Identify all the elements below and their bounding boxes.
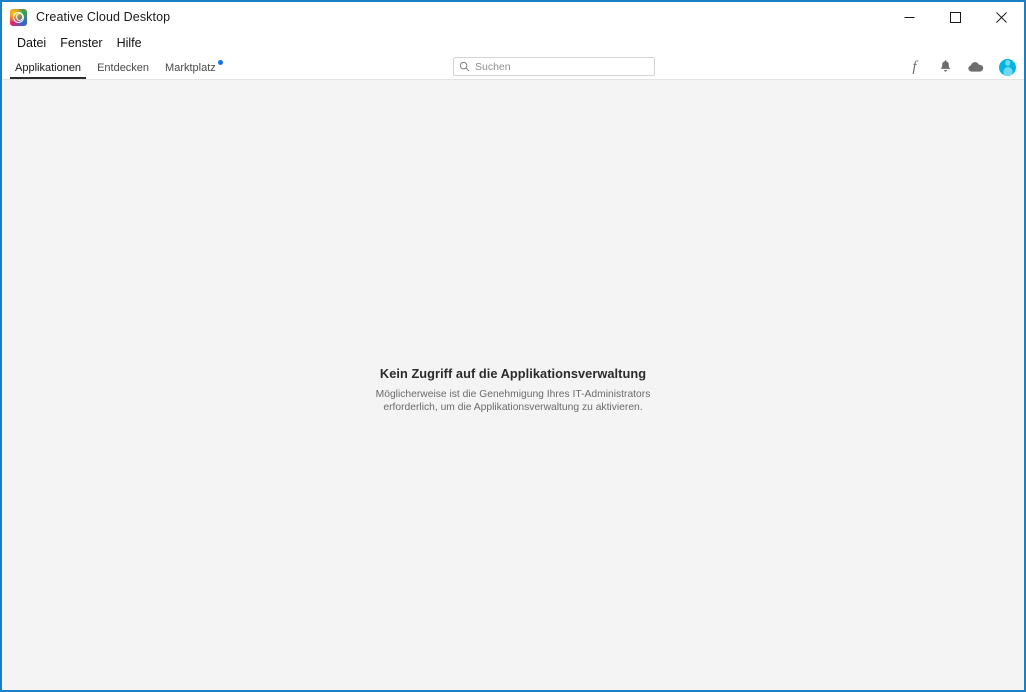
menu-bar: Datei Fenster Hilfe [2,32,1024,54]
main-content: Kein Zugriff auf die Applikationsverwalt… [2,80,1024,690]
tab-marktplatz-label: Marktplatz [165,62,216,74]
app-window: Creative Cloud Desktop Datei Fe [0,0,1026,692]
close-button[interactable] [978,2,1024,32]
menu-item-fenster[interactable]: Fenster [53,34,109,52]
empty-state-subtitle: Möglicherweise ist die Genehmigung Ihres… [360,388,666,414]
window-title: Creative Cloud Desktop [36,10,170,24]
maximize-button[interactable] [932,2,978,32]
tab-applikationen[interactable]: Applikationen [7,62,89,79]
fonts-icon[interactable]: f [906,58,923,76]
creative-cloud-icon [10,9,27,26]
title-bar: Creative Cloud Desktop [2,2,1024,32]
fonts-icon-glyph: f [912,60,916,75]
search-box[interactable] [453,57,655,76]
tab-entdecken[interactable]: Entdecken [89,62,157,79]
user-avatar[interactable] [999,59,1016,76]
notifications-bell-icon[interactable] [937,58,954,76]
search-icon [459,61,470,72]
empty-state: Kein Zugriff auf die Applikationsverwalt… [303,366,723,414]
new-badge-dot [218,60,223,65]
empty-state-title: Kein Zugriff auf die Applikationsverwalt… [303,366,723,381]
tab-marktplatz[interactable]: Marktplatz [157,62,224,79]
tab-bar: Applikationen Entdecken Marktplatz [2,54,224,79]
search-input[interactable] [475,61,645,73]
window-controls [886,2,1024,32]
tab-applikationen-label: Applikationen [15,62,81,74]
menu-item-datei[interactable]: Datei [10,34,53,52]
minimize-button[interactable] [886,2,932,32]
menu-item-hilfe[interactable]: Hilfe [110,34,149,52]
tab-entdecken-label: Entdecken [97,62,149,74]
app-toolbar: Applikationen Entdecken Marktplatz f [2,54,1024,80]
toolbar-icons: f [906,55,1016,79]
cloud-sync-icon[interactable] [968,58,985,76]
